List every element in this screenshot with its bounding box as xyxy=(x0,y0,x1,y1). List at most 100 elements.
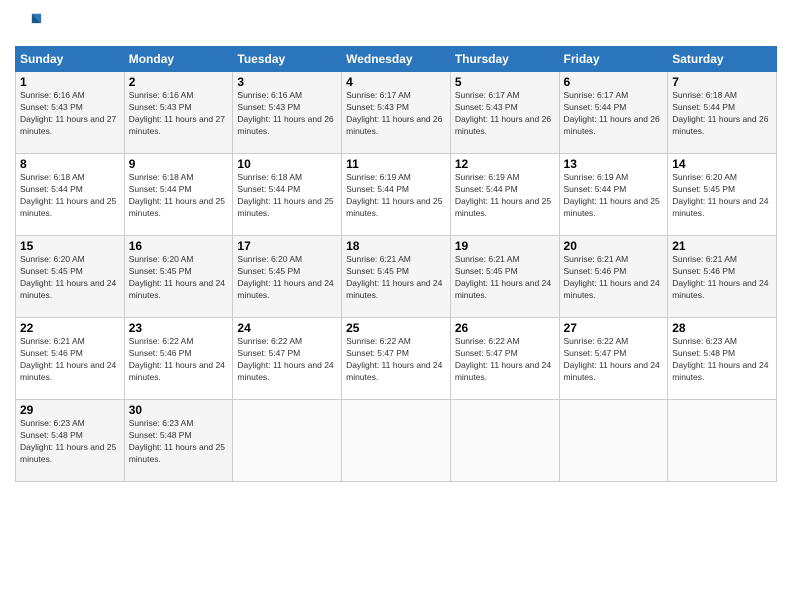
daylight-label: Daylight: 11 hours and 27 minutes. xyxy=(129,114,225,136)
day-info: Sunrise: 6:22 AM Sunset: 5:47 PM Dayligh… xyxy=(237,336,337,384)
daylight-label: Daylight: 11 hours and 26 minutes. xyxy=(564,114,660,136)
sunrise-label: Sunrise: 6:19 AM xyxy=(564,172,629,182)
day-info: Sunrise: 6:17 AM Sunset: 5:44 PM Dayligh… xyxy=(564,90,664,138)
sunrise-label: Sunrise: 6:23 AM xyxy=(672,336,737,346)
daylight-label: Daylight: 11 hours and 26 minutes. xyxy=(346,114,442,136)
daylight-label: Daylight: 11 hours and 25 minutes. xyxy=(346,196,442,218)
sunrise-label: Sunrise: 6:18 AM xyxy=(129,172,194,182)
daylight-label: Daylight: 11 hours and 24 minutes. xyxy=(672,360,768,382)
day-info: Sunrise: 6:22 AM Sunset: 5:47 PM Dayligh… xyxy=(455,336,555,384)
sunrise-label: Sunrise: 6:23 AM xyxy=(20,418,85,428)
sunset-label: Sunset: 5:44 PM xyxy=(237,184,300,194)
calendar-week-row: 15 Sunrise: 6:20 AM Sunset: 5:45 PM Dayl… xyxy=(16,236,777,318)
day-info: Sunrise: 6:21 AM Sunset: 5:46 PM Dayligh… xyxy=(20,336,120,384)
day-header-tuesday: Tuesday xyxy=(233,47,342,72)
day-info: Sunrise: 6:22 AM Sunset: 5:47 PM Dayligh… xyxy=(346,336,446,384)
calendar-cell: 27 Sunrise: 6:22 AM Sunset: 5:47 PM Dayl… xyxy=(559,318,668,400)
calendar-cell: 6 Sunrise: 6:17 AM Sunset: 5:44 PM Dayli… xyxy=(559,72,668,154)
day-number: 17 xyxy=(237,239,337,253)
calendar-header-row: SundayMondayTuesdayWednesdayThursdayFrid… xyxy=(16,47,777,72)
daylight-label: Daylight: 11 hours and 25 minutes. xyxy=(129,196,225,218)
sunset-label: Sunset: 5:43 PM xyxy=(237,102,300,112)
sunset-label: Sunset: 5:45 PM xyxy=(129,266,192,276)
day-info: Sunrise: 6:20 AM Sunset: 5:45 PM Dayligh… xyxy=(129,254,229,302)
day-info: Sunrise: 6:20 AM Sunset: 5:45 PM Dayligh… xyxy=(672,172,772,220)
calendar-cell: 10 Sunrise: 6:18 AM Sunset: 5:44 PM Dayl… xyxy=(233,154,342,236)
daylight-label: Daylight: 11 hours and 25 minutes. xyxy=(129,442,225,464)
day-info: Sunrise: 6:17 AM Sunset: 5:43 PM Dayligh… xyxy=(346,90,446,138)
day-number: 24 xyxy=(237,321,337,335)
calendar-cell: 23 Sunrise: 6:22 AM Sunset: 5:46 PM Dayl… xyxy=(124,318,233,400)
sunrise-label: Sunrise: 6:22 AM xyxy=(455,336,520,346)
sunrise-label: Sunrise: 6:20 AM xyxy=(129,254,194,264)
day-number: 7 xyxy=(672,75,772,89)
daylight-label: Daylight: 11 hours and 26 minutes. xyxy=(672,114,768,136)
calendar-cell xyxy=(233,400,342,482)
day-number: 1 xyxy=(20,75,120,89)
day-info: Sunrise: 6:20 AM Sunset: 5:45 PM Dayligh… xyxy=(237,254,337,302)
day-info: Sunrise: 6:17 AM Sunset: 5:43 PM Dayligh… xyxy=(455,90,555,138)
day-number: 15 xyxy=(20,239,120,253)
daylight-label: Daylight: 11 hours and 26 minutes. xyxy=(455,114,551,136)
daylight-label: Daylight: 11 hours and 25 minutes. xyxy=(455,196,551,218)
day-number: 16 xyxy=(129,239,229,253)
day-info: Sunrise: 6:18 AM Sunset: 5:44 PM Dayligh… xyxy=(129,172,229,220)
calendar-cell: 29 Sunrise: 6:23 AM Sunset: 5:48 PM Dayl… xyxy=(16,400,125,482)
sunrise-label: Sunrise: 6:21 AM xyxy=(672,254,737,264)
logo-icon xyxy=(15,10,43,38)
sunset-label: Sunset: 5:45 PM xyxy=(455,266,518,276)
day-info: Sunrise: 6:19 AM Sunset: 5:44 PM Dayligh… xyxy=(346,172,446,220)
calendar-week-row: 22 Sunrise: 6:21 AM Sunset: 5:46 PM Dayl… xyxy=(16,318,777,400)
day-number: 23 xyxy=(129,321,229,335)
day-number: 2 xyxy=(129,75,229,89)
sunset-label: Sunset: 5:43 PM xyxy=(20,102,83,112)
calendar-cell: 14 Sunrise: 6:20 AM Sunset: 5:45 PM Dayl… xyxy=(668,154,777,236)
daylight-label: Daylight: 11 hours and 24 minutes. xyxy=(564,360,660,382)
calendar-cell: 5 Sunrise: 6:17 AM Sunset: 5:43 PM Dayli… xyxy=(450,72,559,154)
daylight-label: Daylight: 11 hours and 24 minutes. xyxy=(564,278,660,300)
calendar-week-row: 29 Sunrise: 6:23 AM Sunset: 5:48 PM Dayl… xyxy=(16,400,777,482)
calendar-cell: 26 Sunrise: 6:22 AM Sunset: 5:47 PM Dayl… xyxy=(450,318,559,400)
sunset-label: Sunset: 5:46 PM xyxy=(129,348,192,358)
day-info: Sunrise: 6:22 AM Sunset: 5:47 PM Dayligh… xyxy=(564,336,664,384)
day-info: Sunrise: 6:19 AM Sunset: 5:44 PM Dayligh… xyxy=(455,172,555,220)
sunrise-label: Sunrise: 6:22 AM xyxy=(564,336,629,346)
day-number: 26 xyxy=(455,321,555,335)
sunset-label: Sunset: 5:44 PM xyxy=(564,184,627,194)
daylight-label: Daylight: 11 hours and 24 minutes. xyxy=(346,360,442,382)
sunrise-label: Sunrise: 6:21 AM xyxy=(346,254,411,264)
daylight-label: Daylight: 11 hours and 25 minutes. xyxy=(20,196,116,218)
sunset-label: Sunset: 5:44 PM xyxy=(129,184,192,194)
sunset-label: Sunset: 5:47 PM xyxy=(455,348,518,358)
day-number: 25 xyxy=(346,321,446,335)
sunset-label: Sunset: 5:48 PM xyxy=(129,430,192,440)
daylight-label: Daylight: 11 hours and 24 minutes. xyxy=(672,196,768,218)
calendar-cell: 1 Sunrise: 6:16 AM Sunset: 5:43 PM Dayli… xyxy=(16,72,125,154)
day-header-friday: Friday xyxy=(559,47,668,72)
day-info: Sunrise: 6:20 AM Sunset: 5:45 PM Dayligh… xyxy=(20,254,120,302)
day-number: 29 xyxy=(20,403,120,417)
day-number: 3 xyxy=(237,75,337,89)
sunset-label: Sunset: 5:44 PM xyxy=(20,184,83,194)
sunset-label: Sunset: 5:43 PM xyxy=(346,102,409,112)
sunset-label: Sunset: 5:46 PM xyxy=(672,266,735,276)
sunset-label: Sunset: 5:43 PM xyxy=(455,102,518,112)
sunrise-label: Sunrise: 6:19 AM xyxy=(346,172,411,182)
day-number: 12 xyxy=(455,157,555,171)
sunrise-label: Sunrise: 6:18 AM xyxy=(237,172,302,182)
sunset-label: Sunset: 5:45 PM xyxy=(346,266,409,276)
day-number: 28 xyxy=(672,321,772,335)
day-header-monday: Monday xyxy=(124,47,233,72)
day-number: 13 xyxy=(564,157,664,171)
calendar-cell: 22 Sunrise: 6:21 AM Sunset: 5:46 PM Dayl… xyxy=(16,318,125,400)
sunset-label: Sunset: 5:44 PM xyxy=(564,102,627,112)
daylight-label: Daylight: 11 hours and 25 minutes. xyxy=(20,442,116,464)
calendar-cell: 8 Sunrise: 6:18 AM Sunset: 5:44 PM Dayli… xyxy=(16,154,125,236)
calendar-cell: 28 Sunrise: 6:23 AM Sunset: 5:48 PM Dayl… xyxy=(668,318,777,400)
day-info: Sunrise: 6:16 AM Sunset: 5:43 PM Dayligh… xyxy=(237,90,337,138)
calendar-cell: 9 Sunrise: 6:18 AM Sunset: 5:44 PM Dayli… xyxy=(124,154,233,236)
day-header-wednesday: Wednesday xyxy=(342,47,451,72)
daylight-label: Daylight: 11 hours and 26 minutes. xyxy=(237,114,333,136)
sunrise-label: Sunrise: 6:16 AM xyxy=(20,90,85,100)
calendar-cell: 2 Sunrise: 6:16 AM Sunset: 5:43 PM Dayli… xyxy=(124,72,233,154)
